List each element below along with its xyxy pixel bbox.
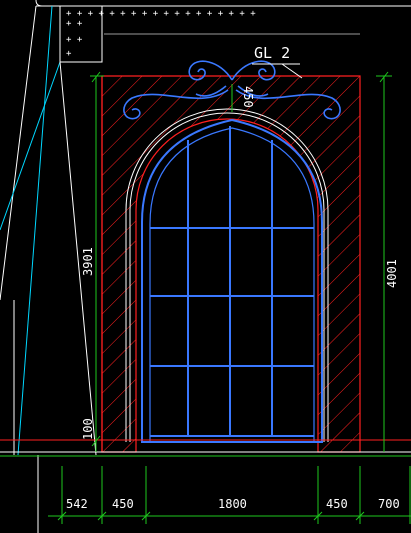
svg-text:+ +: + +	[66, 35, 83, 45]
svg-text:+: +	[66, 49, 72, 59]
cad-drawing-canvas: + + + + + + + + + + + + + + + + + + + + …	[0, 0, 411, 533]
vertical-dimension-left: 3901 100	[81, 71, 104, 452]
sill-height-text: 100	[81, 418, 95, 440]
gothic-window	[141, 118, 323, 443]
dim-text-2: 450	[112, 497, 134, 511]
dim-text-5: 700	[378, 497, 400, 511]
svg-text:+ + + + + + + + + +: + + + + + + + + + + + + + + + + + +	[66, 9, 256, 19]
top-border: + + + + + + + + + + + + + + + + + +	[35, 0, 411, 35]
left-height-text: 3901	[81, 247, 95, 276]
svg-text:+ +: + +	[66, 19, 83, 29]
dim-text-4: 450	[326, 497, 348, 511]
dim-text-1: 542	[66, 497, 88, 511]
bottom-dimensions: 542 450 1800 450 700	[48, 466, 411, 524]
arch-dimension-text: 450	[241, 86, 255, 108]
vertical-dimension-right: 4001	[376, 71, 399, 452]
arch-trim	[125, 108, 329, 442]
dim-text-3: 1800	[218, 497, 247, 511]
tag-text: GL 2	[254, 44, 290, 62]
right-height-text: 4001	[385, 259, 399, 288]
